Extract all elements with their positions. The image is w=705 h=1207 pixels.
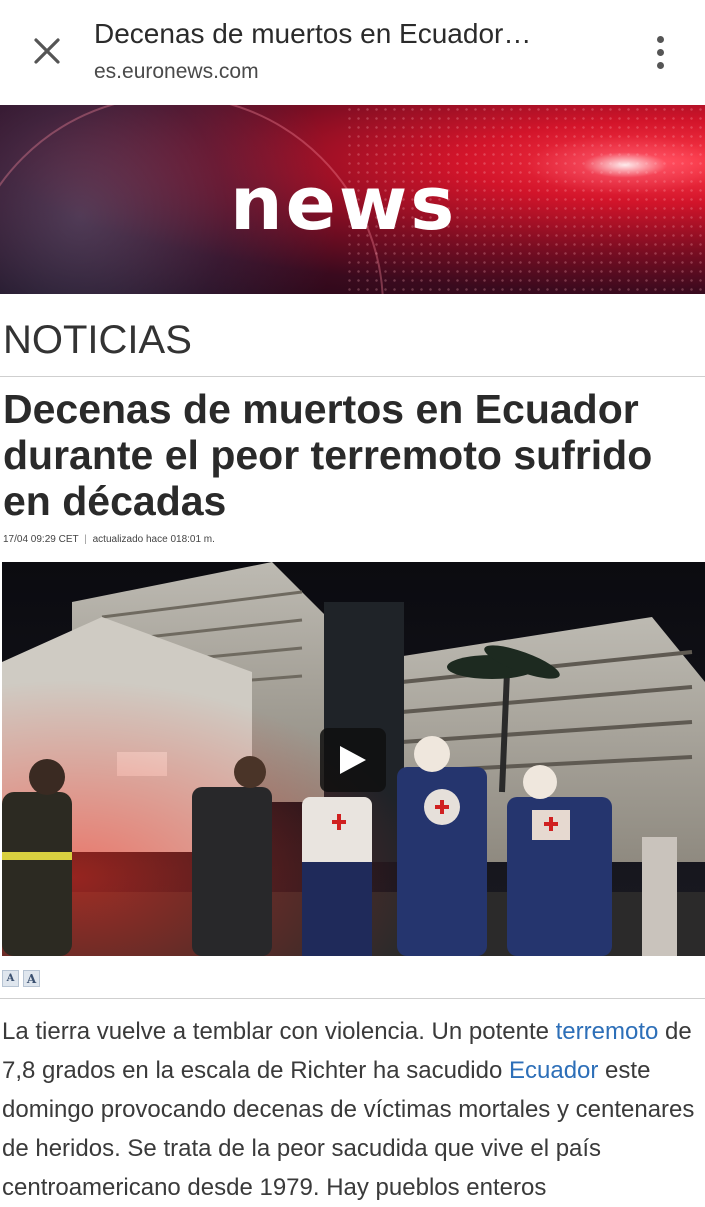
article-date: 17/04 09:29 CET <box>3 534 79 545</box>
divider <box>0 376 705 377</box>
close-icon[interactable] <box>24 28 70 74</box>
page-url[interactable]: es.euronews.com <box>94 60 259 84</box>
font-decrease-button[interactable]: A <box>2 970 19 987</box>
link-terremoto[interactable]: terremoto <box>556 1018 659 1045</box>
section-label[interactable]: NOTICIAS <box>3 318 192 363</box>
news-logo: news <box>230 161 458 247</box>
font-size-controls: A A <box>2 970 40 987</box>
article-headline: Decenas de muertos en Ecuador durante el… <box>3 386 653 524</box>
meta-separator: | <box>84 534 87 545</box>
light-flare <box>525 135 705 195</box>
article-meta: 17/04 09:29 CET | actualizado hace 018:0… <box>3 534 215 545</box>
font-increase-button[interactable]: A <box>23 970 40 987</box>
page-title: Decenas de muertos en Ecuador… <box>94 18 532 49</box>
play-icon[interactable] <box>320 728 386 792</box>
divider <box>0 998 705 999</box>
article-body: La tierra vuelve a temblar con violencia… <box>2 1012 702 1207</box>
article-updated: actualizado hace 018:01 m. <box>92 534 215 545</box>
browser-toolbar: Decenas de muertos en Ecuador… es.eurone… <box>0 0 705 104</box>
more-vertical-icon[interactable] <box>640 30 680 74</box>
link-ecuador[interactable]: Ecuador <box>509 1057 598 1084</box>
news-banner: news <box>0 105 705 294</box>
body-text-1: La tierra vuelve a temblar con violencia… <box>2 1018 556 1045</box>
